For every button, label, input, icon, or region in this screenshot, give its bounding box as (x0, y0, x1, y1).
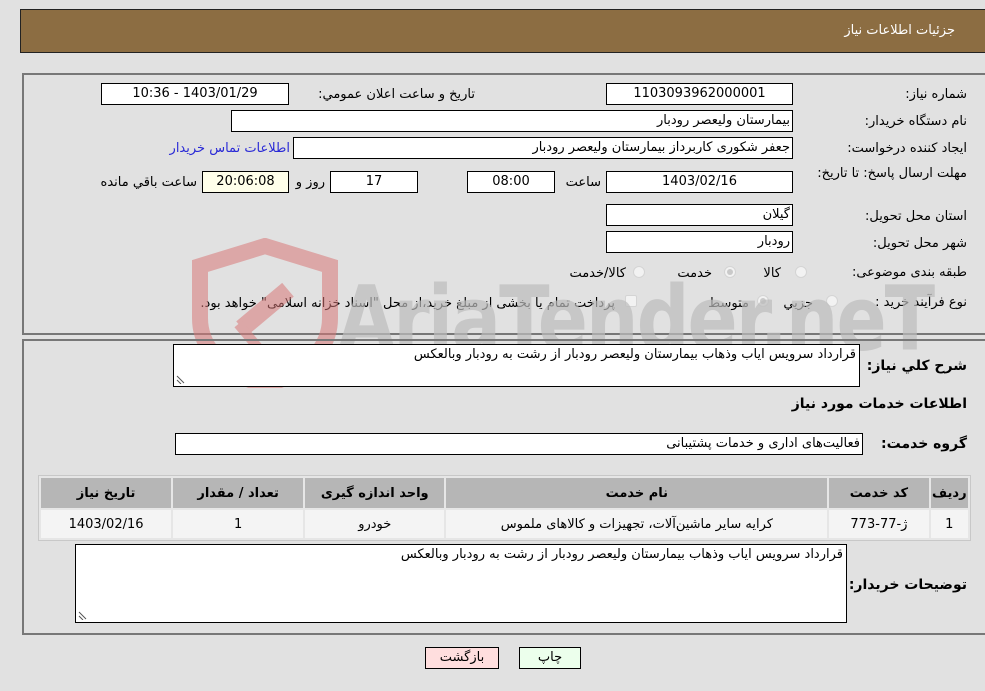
buyer-org-label: نام دستگاه خریدار: (864, 114, 967, 129)
buyer-notes-textarea[interactable]: قرارداد سرویس ایاب وذهاب بیمارستان ولیعص… (75, 544, 847, 623)
days-label: روز و (295, 175, 325, 190)
purchase-type-label: نوع فرآیند خرید : (875, 295, 967, 310)
back-button[interactable]: بازگشت (425, 647, 499, 669)
category-option-service: خدمت (677, 266, 712, 281)
need-number-label: شماره نیاز: (905, 87, 967, 102)
page-header: جزئیات اطلاعات نیاز (20, 9, 985, 53)
service-group-field: فعالیت‌های اداری و خدمات پشتیبانی (175, 433, 863, 455)
buyer-notes-text: قرارداد سرویس ایاب وذهاب بیمارستان ولیعص… (400, 547, 843, 562)
remaining-time-field: 20:06:08 (202, 171, 289, 193)
treasury-checkbox[interactable] (625, 295, 637, 307)
service-group-label: گروه خدمت: (881, 436, 967, 452)
requester-field: جعفر شکوری کاربرداز بیمارستان ولیعصر رود… (293, 137, 793, 159)
requester-label: ایجاد کننده درخواست: (847, 141, 967, 156)
deadline-time-label: ساعت (565, 175, 601, 190)
province-label: استان محل تحویل: (865, 209, 967, 224)
category-label: طبقه بندی موضوعی: (851, 265, 967, 280)
announce-datetime-field: 1403/01/29 - 10:36 (101, 83, 289, 105)
purchase-radio-medium[interactable] (757, 295, 769, 307)
page-title: جزئیات اطلاعات نیاز (844, 23, 955, 38)
deadline-time-field: 08:00 (467, 171, 555, 193)
cell-need-date: 1403/02/16 (41, 510, 172, 538)
purchase-radio-minor[interactable] (826, 295, 838, 307)
treasury-note: پرداخت تمام یا بخشی از مبلغ خرید،از محل … (200, 296, 615, 311)
resize-grip-icon[interactable] (176, 375, 185, 384)
services-table: ردیف کد خدمت نام خدمت واحد اندازه گیری ت… (38, 475, 971, 541)
remaining-days-field: 17 (330, 171, 418, 193)
cell-unit: خودرو (305, 510, 445, 538)
deadline-date-field: 1403/02/16 (606, 171, 793, 193)
category-option-goods-service: کالا/خدمت (569, 266, 626, 281)
summary-label: شرح كلي نیاز: (866, 358, 967, 374)
col-unit: واحد اندازه گیری (305, 478, 445, 508)
buyer-contact-link[interactable]: اطلاعات تماس خریدار (170, 141, 290, 156)
category-radio-service[interactable] (724, 266, 736, 278)
province-field: گیلان (606, 204, 793, 226)
city-label: شهر محل تحویل: (872, 236, 967, 251)
buyer-org-field: بیمارستان ولیعصر رودبار (231, 110, 793, 132)
table-row: 1 ژ-77-773 کرایه سایر ماشین‌آلات، تجهیزا… (41, 510, 968, 538)
deadline-label: مهلت ارسال پاسخ: تا تاریخ: (817, 166, 967, 181)
cell-service-code: ژ-77-773 (829, 510, 929, 538)
category-radio-goods[interactable] (795, 266, 807, 278)
city-field: رودبار (606, 231, 793, 253)
resize-grip-icon[interactable] (78, 611, 87, 620)
category-radio-goods-service[interactable] (633, 266, 645, 278)
cell-service-name: کرایه سایر ماشین‌آلات، تجهیزات و کالاهای… (446, 510, 828, 538)
cell-quantity: 1 (173, 510, 304, 538)
buyer-notes-label: توضیحات خریدار: (848, 577, 967, 593)
cell-row-number: 1 (930, 510, 968, 538)
col-quantity: تعداد / مقدار (173, 478, 304, 508)
col-service-code: کد خدمت (829, 478, 929, 508)
col-row-number: ردیف (930, 478, 968, 508)
purchase-option-medium: متوسط (708, 296, 749, 311)
col-need-date: تاریخ نیاز (41, 478, 172, 508)
remaining-time-label: ساعت باقي مانده (100, 175, 197, 190)
purchase-option-minor: جزیي (783, 296, 813, 311)
need-number-field: 1103093962000001 (606, 83, 793, 105)
col-service-name: نام خدمت (446, 478, 828, 508)
print-button[interactable]: چاپ (519, 647, 581, 669)
announce-datetime-label: تاریخ و ساعت اعلان عمومي: (318, 87, 475, 102)
services-heading: اطلاعات خدمات مورد نیاز (791, 396, 967, 412)
category-option-goods: کالا (763, 266, 781, 281)
table-header-row: ردیف کد خدمت نام خدمت واحد اندازه گیری ت… (41, 478, 968, 508)
summary-text: قرارداد سرویس ایاب وذهاب بیمارستان ولیعص… (413, 347, 856, 362)
summary-textarea[interactable]: قرارداد سرویس ایاب وذهاب بیمارستان ولیعص… (173, 344, 860, 387)
